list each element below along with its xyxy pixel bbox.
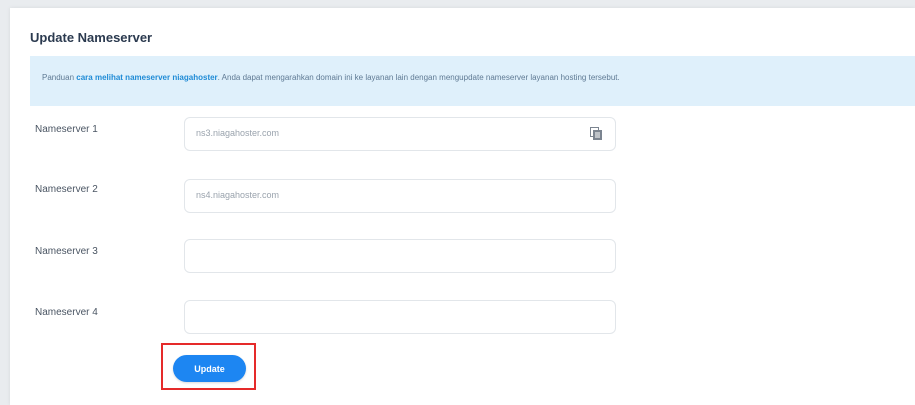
info-prefix: Panduan: [42, 73, 75, 82]
copy-icon[interactable]: [590, 127, 603, 141]
nameserver-1-field[interactable]: ns3.niagahoster.com: [184, 117, 616, 151]
info-banner: Panduan cara melihat nameserver niagahos…: [30, 56, 915, 106]
nameserver-2-label: Nameserver 2: [35, 184, 98, 195]
update-nameserver-card: Update Nameserver Panduan cara melihat n…: [10, 8, 915, 405]
nameserver-1-value: ns3.niagahoster.com: [196, 128, 280, 138]
nameserver-2-field[interactable]: ns4.niagahoster.com: [184, 179, 616, 213]
nameserver-1-label: Nameserver 1: [35, 124, 98, 135]
nameserver-3-label: Nameserver 3: [35, 246, 98, 257]
info-suffix: . Anda dapat mengarahkan domain ini ke l…: [217, 73, 620, 82]
guide-link[interactable]: cara melihat nameserver niagahoster: [76, 73, 217, 82]
nameserver-2-value: ns4.niagahoster.com: [196, 190, 280, 200]
nameserver-3-field[interactable]: [184, 239, 616, 273]
nameserver-4-label: Nameserver 4: [35, 307, 98, 318]
page-title: Update Nameserver: [30, 30, 153, 45]
nameserver-4-field[interactable]: [184, 300, 616, 334]
update-button[interactable]: Update: [173, 355, 246, 382]
